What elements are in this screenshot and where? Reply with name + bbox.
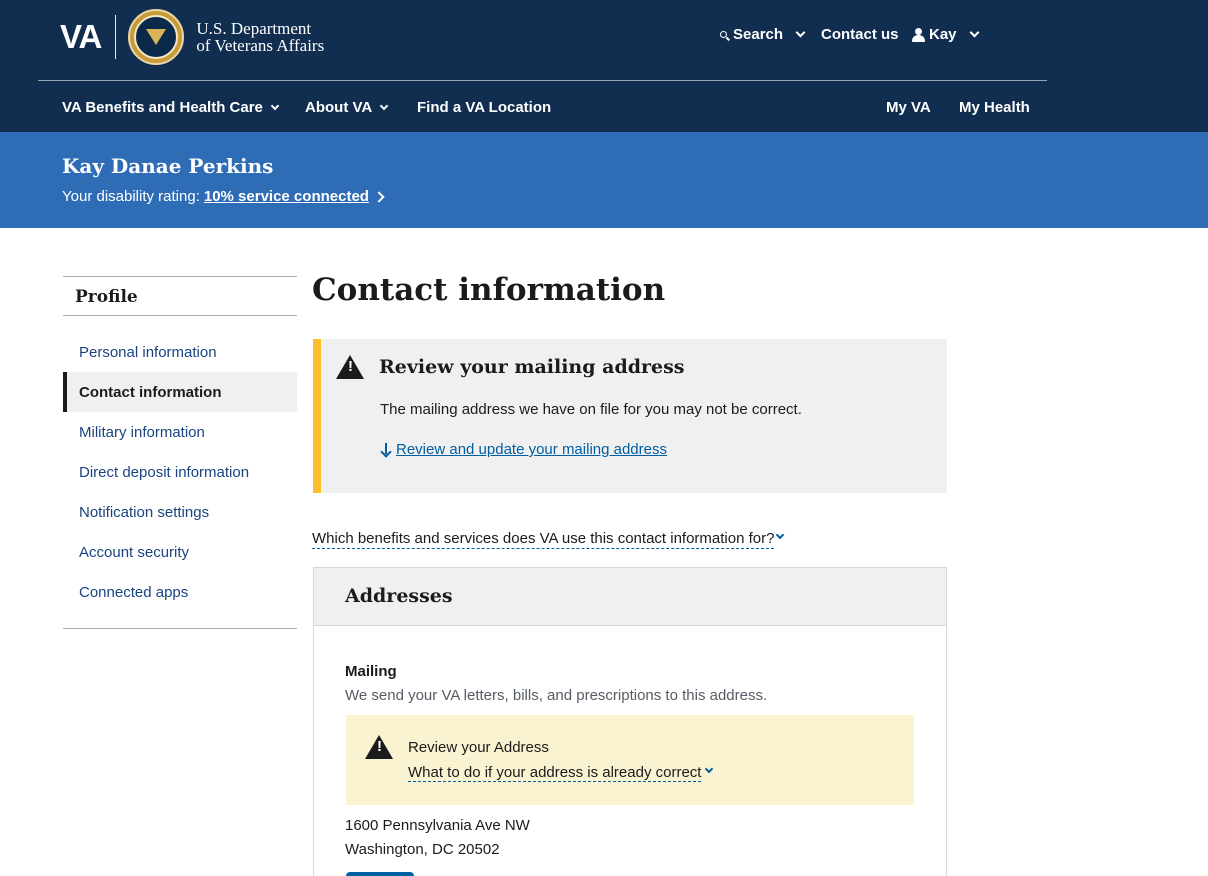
warning-icon: ! (365, 735, 393, 759)
nav-find-location-label: Find a VA Location (417, 99, 552, 116)
header-divider (38, 80, 1047, 81)
addresses-title: Addresses (345, 585, 453, 607)
va-mark: VA (60, 18, 102, 55)
sidebar-item-personal-information[interactable]: Personal information (63, 332, 297, 372)
search-icon (720, 31, 727, 38)
address-line-1: 1600 Pennsylvania Ave NW (345, 817, 530, 834)
sidebar-item-notification-settings[interactable]: Notification settings (63, 492, 297, 532)
mailing-description: We send your VA letters, bills, and pres… (345, 687, 768, 704)
address-review-alert (346, 715, 914, 805)
sidebar-item-label: Military information (79, 423, 205, 441)
sidebar-item-label: Personal information (79, 343, 217, 361)
sidebar-item-connected-apps[interactable]: Connected apps (63, 572, 297, 612)
nav-my-va-label: My VA (886, 99, 931, 116)
chevron-down-icon (775, 530, 785, 540)
search-button[interactable]: Search (720, 26, 806, 43)
alert-title: Review your mailing address (379, 356, 685, 378)
nav-benefits[interactable]: VA Benefits and Health Care (62, 99, 280, 116)
rating-link[interactable]: 10% service connected (204, 188, 369, 205)
department-name: U.S. Department of Veterans Affairs (196, 20, 324, 54)
warning-icon: ! (336, 355, 364, 379)
sidebar-item-military-information[interactable]: Military information (63, 412, 297, 452)
nav-my-health-label: My Health (959, 99, 1030, 116)
sidebar-item-account-security[interactable]: Account security (63, 532, 297, 572)
alert-body: The mailing address we have on file for … (380, 401, 802, 418)
nav-my-va[interactable]: My VA (886, 99, 931, 116)
chevron-down-icon (969, 27, 979, 38)
address-review-title: Review your Address (408, 739, 549, 756)
chevron-right-icon (373, 190, 385, 203)
sidebar-title: Profile (75, 287, 138, 307)
contact-us-link[interactable]: Contact us (821, 26, 899, 43)
sidebar-item-label: Contact information (79, 383, 222, 401)
address-correct-toggle[interactable]: What to do if your address is already co… (408, 764, 702, 782)
nav-about[interactable]: About VA (305, 99, 389, 116)
page-title: Contact information (312, 272, 666, 308)
chevron-down-icon (270, 101, 280, 110)
sidebar-divider (63, 628, 297, 629)
user-icon (912, 27, 925, 42)
arrow-down-icon (380, 442, 392, 457)
search-label: Search (733, 26, 784, 43)
sidebar-item-label: Notification settings (79, 503, 210, 521)
sidebar-item-direct-deposit[interactable]: Direct deposit information (63, 452, 297, 492)
sidebar-item-label: Connected apps (79, 583, 189, 601)
chevron-down-icon (379, 101, 389, 110)
nav-benefits-label: VA Benefits and Health Care (62, 99, 263, 116)
sidebar-divider (63, 276, 297, 277)
review-address-link-label: Review and update your mailing address (396, 441, 667, 458)
logo-divider (115, 15, 117, 59)
address-line-2: Washington, DC 20502 (345, 841, 500, 858)
nav-about-label: About VA (305, 99, 373, 116)
user-label: Kay (929, 26, 957, 43)
sidebar-divider (63, 315, 297, 316)
sidebar-item-contact-information[interactable]: Contact information (63, 372, 297, 412)
chevron-down-icon (795, 27, 806, 38)
benefits-info-toggle[interactable]: Which benefits and services does VA use … (312, 530, 775, 549)
rating-prefix: Your disability rating: (62, 188, 200, 205)
disability-rating: Your disability rating: 10% service conn… (62, 188, 385, 205)
profile-hero (0, 132, 1208, 228)
va-seal-icon (128, 9, 185, 65)
veteran-name: Kay Danae Perkins (62, 154, 274, 178)
nav-find-location[interactable]: Find a VA Location (417, 99, 551, 116)
sidebar-item-label: Account security (79, 543, 190, 561)
nav-my-health[interactable]: My Health (959, 99, 1030, 116)
sidebar-item-label: Direct deposit information (79, 463, 250, 481)
dept-line-2: of Veterans Affairs (196, 36, 325, 55)
edit-mailing-address-button[interactable] (346, 872, 414, 876)
user-menu-button[interactable]: Kay (912, 26, 979, 43)
contact-us-label: Contact us (821, 26, 899, 43)
mailing-label: Mailing (345, 663, 397, 680)
review-address-link[interactable]: Review and update your mailing address (380, 441, 667, 458)
va-logo[interactable]: VA U.S. Department of Veterans Affairs (60, 8, 324, 66)
